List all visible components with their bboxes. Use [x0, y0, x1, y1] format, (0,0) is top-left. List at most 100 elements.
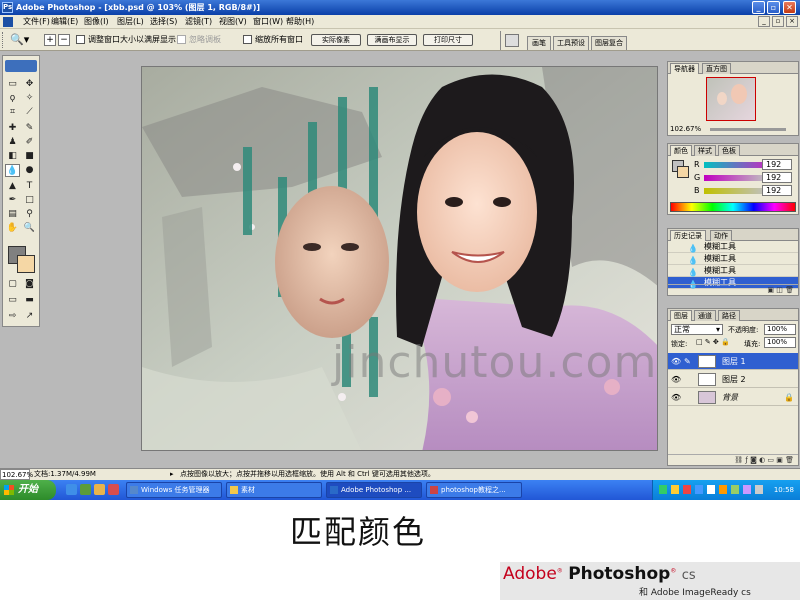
history-item[interactable]: 💧 模糊工具 [668, 265, 798, 277]
zoom-tool-preset-icon[interactable]: 🔍▾ [10, 33, 38, 47]
navigator-zoom-value[interactable]: 102.67% [670, 125, 701, 133]
eye-icon[interactable]: 👁 [671, 389, 681, 406]
menu-select[interactable]: 选择(S) [150, 15, 177, 29]
minimize-button[interactable]: _ [752, 1, 765, 14]
tab-styles[interactable]: 样式 [694, 145, 716, 156]
navigator-zoom-slider[interactable] [710, 128, 786, 131]
fill-field[interactable]: 100% [764, 337, 796, 348]
quicklaunch-app-icon[interactable] [108, 484, 119, 495]
blur-tool-icon[interactable]: 💧 [5, 164, 20, 177]
doc-restore-button[interactable]: ▫ [772, 16, 784, 27]
tab-histogram[interactable]: 直方图 [702, 63, 731, 74]
quicklaunch-media-icon[interactable] [94, 484, 105, 495]
shape-tool-icon[interactable]: □ [22, 194, 37, 207]
doc-minimize-button[interactable]: _ [758, 16, 770, 27]
close-button[interactable]: ✕ [783, 1, 796, 14]
dodge-tool-icon[interactable]: ● [22, 164, 37, 177]
eyedropper-tool-icon[interactable]: ⚲ [22, 208, 37, 221]
navigator-preview[interactable] [706, 77, 756, 121]
marquee-tool-icon[interactable]: ▭ [5, 78, 20, 91]
taskbar-item-task-manager[interactable]: Windows 任务管理器 [126, 482, 222, 498]
status-arrow-icon[interactable]: ▸ [170, 469, 174, 480]
path-selection-tool-icon[interactable]: ▲ [5, 180, 20, 193]
screen-mode-full-icon[interactable]: ▬ [22, 294, 37, 307]
tab-paths[interactable]: 路径 [718, 310, 740, 321]
layers-footer-icons[interactable]: ⛓ ƒ ◙ ◐ ▭ ▣ 🗑 [668, 454, 798, 465]
color-background-swatch[interactable] [677, 166, 689, 178]
toolbox-logo[interactable] [5, 60, 37, 72]
history-brush-tool-icon[interactable]: ✐ [22, 136, 37, 149]
imageready-icon[interactable]: ↗ [22, 310, 37, 323]
volume-icon[interactable] [755, 485, 763, 494]
standard-mode-icon[interactable]: ▢ [5, 278, 20, 291]
magic-wand-tool-icon[interactable]: ✧ [22, 92, 37, 105]
tray-icon[interactable] [659, 485, 667, 494]
quick-mask-icon[interactable]: ◙ [22, 278, 37, 291]
menu-view[interactable]: 视图(V) [219, 15, 247, 29]
background-color-swatch[interactable] [17, 255, 35, 273]
tab-color[interactable]: 颜色 [670, 145, 692, 156]
document-canvas[interactable]: jinchutou.com [141, 66, 658, 451]
menu-help[interactable]: 帮助(H) [286, 15, 314, 29]
color-spectrum-bar[interactable] [670, 202, 796, 212]
tray-icon[interactable] [671, 485, 679, 494]
channel-r-value[interactable]: 192 [762, 159, 792, 170]
print-size-button[interactable]: 打印尺寸 [423, 34, 473, 46]
lock-icons[interactable]: □ ✎ ✥ 🔒 [696, 338, 730, 346]
status-zoom-field[interactable]: 102.67% [0, 469, 33, 480]
quicklaunch-desktop-icon[interactable] [80, 484, 91, 495]
doc-close-button[interactable]: × [786, 16, 798, 27]
layer-row-selected[interactable]: 👁 ✎ 图层 1 [668, 353, 798, 370]
restore-button[interactable]: ▫ [767, 1, 780, 14]
menu-image[interactable]: 图像(I) [84, 15, 109, 29]
gradient-tool-icon[interactable]: ■ [22, 150, 37, 163]
tab-tool-presets[interactable]: 工具预设 [553, 36, 589, 50]
tab-channels[interactable]: 通道 [694, 310, 716, 321]
file-browser-icon[interactable] [505, 34, 519, 47]
healing-brush-tool-icon[interactable]: ✚ [5, 122, 20, 135]
fit-on-screen-button[interactable]: 满画布显示 [367, 34, 417, 46]
screen-mode-standard-icon[interactable]: ▭ [5, 294, 20, 307]
menu-filter[interactable]: 滤镜(T) [185, 15, 212, 29]
move-tool-icon[interactable]: ✥ [22, 78, 37, 91]
tray-icon[interactable] [683, 485, 691, 494]
crop-tool-icon[interactable]: ⌗ [5, 106, 20, 119]
taskbar-item-photoshop[interactable]: Adobe Photoshop ... [326, 482, 422, 498]
zoom-in-icon[interactable]: + [44, 34, 56, 46]
jump-to-imageready-icon[interactable]: ⇨ [5, 310, 20, 323]
taskbar-item-folder[interactable]: 素材 [226, 482, 322, 498]
blend-mode-select[interactable]: 正常 ▾ [671, 324, 723, 335]
tab-navigator[interactable]: 导航器 [670, 63, 699, 74]
resize-windows-checkbox[interactable] [76, 35, 85, 44]
menu-window[interactable]: 窗口(W) [253, 15, 283, 29]
menu-layer[interactable]: 图层(L) [117, 15, 144, 29]
clone-stamp-tool-icon[interactable]: ♟ [5, 136, 20, 149]
tab-layers[interactable]: 图层 [670, 310, 692, 321]
zoom-out-icon[interactable]: − [58, 34, 70, 46]
clock[interactable]: 10:58 [774, 480, 794, 500]
document-system-icon[interactable] [3, 17, 13, 27]
eye-icon[interactable]: 👁 [671, 353, 681, 370]
ignore-palettes-checkbox[interactable] [177, 35, 186, 44]
status-doc-size[interactable]: 文档:1.37M/4.99M [34, 469, 96, 480]
eraser-tool-icon[interactable]: ◧ [5, 150, 20, 163]
tray-icon[interactable] [707, 485, 715, 494]
quicklaunch-ie-icon[interactable] [66, 484, 77, 495]
tab-layer-comps[interactable]: 图层复合 [591, 36, 627, 50]
channel-g-value[interactable]: 192 [762, 172, 792, 183]
notes-tool-icon[interactable]: ▤ [5, 208, 20, 221]
layer-row[interactable]: 👁 背景 🔒 [668, 389, 798, 406]
tab-swatches[interactable]: 色板 [718, 145, 740, 156]
start-button[interactable]: 开始 [0, 480, 56, 500]
history-item[interactable]: 💧 模糊工具 [668, 241, 798, 253]
menu-edit[interactable]: 编辑(E) [51, 15, 78, 29]
tray-icon[interactable] [695, 485, 703, 494]
zoom-tool-icon[interactable]: 🔍 [22, 222, 37, 235]
tray-icon[interactable] [743, 485, 751, 494]
actual-pixels-button[interactable]: 实际像素 [311, 34, 361, 46]
tab-actions[interactable]: 动作 [710, 230, 732, 241]
slice-tool-icon[interactable]: ⟋ [22, 106, 37, 119]
options-grip[interactable] [2, 32, 5, 48]
menu-file[interactable]: 文件(F) [23, 15, 50, 29]
channel-b-value[interactable]: 192 [762, 185, 792, 196]
